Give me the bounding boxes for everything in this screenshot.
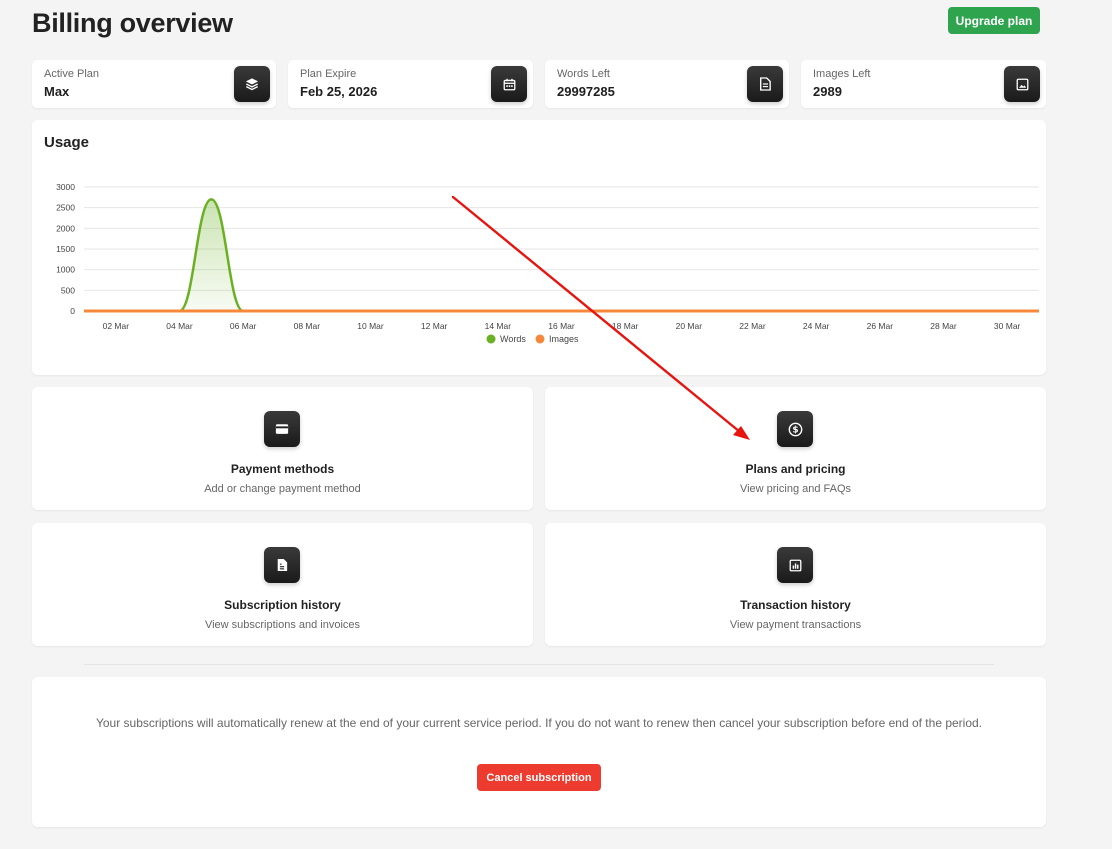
stat-card-active-plan: Active Plan Max	[32, 60, 276, 108]
dollar-circle-icon: $	[777, 411, 813, 447]
plans-and-pricing-card[interactable]: $ Plans and pricing View pricing and FAQ…	[545, 387, 1046, 510]
stat-card-words-left: Words Left 29997285	[545, 60, 789, 108]
x-tick-label: 16 Mar	[548, 321, 575, 331]
x-tick-label: 02 Mar	[103, 321, 130, 331]
usage-chart: 0 500 1000 1500 2000 2500 3000 02 Mar 04 Mar 06 M…	[56, 182, 1039, 344]
action-subtitle: View pricing and FAQs	[739, 483, 852, 495]
svg-text:$: $	[792, 425, 798, 435]
x-tick-label: 22 Mar	[739, 321, 766, 331]
stat-card-images-left: Images Left 2989	[801, 60, 1046, 108]
x-tick-label: 18 Mar	[612, 321, 639, 331]
y-tick-label: 1500	[56, 244, 75, 254]
stat-value: 29997285	[557, 84, 615, 99]
x-tick-label: 06 Mar	[230, 321, 257, 331]
calendar-icon	[491, 66, 527, 102]
y-tick-label: 500	[61, 285, 75, 295]
legend-marker-images	[535, 334, 545, 344]
credit-card-icon	[264, 411, 300, 447]
action-subtitle: View payment transactions	[729, 619, 862, 631]
y-tick-label: 1000	[56, 265, 75, 275]
stat-value: Feb 25, 2026	[300, 84, 378, 99]
stat-label: Plan Expire	[300, 68, 357, 80]
x-tick-label: 14 Mar	[485, 321, 512, 331]
legend-label-images: Images	[549, 334, 579, 344]
action-title: Plans and pricing	[745, 462, 846, 476]
subscription-history-card[interactable]: Subscription history View subscriptions …	[32, 523, 533, 646]
legend-marker-words	[486, 334, 496, 344]
section-divider	[84, 664, 994, 665]
bar-chart-icon	[777, 547, 813, 583]
page-title: Billing overview	[32, 8, 233, 38]
x-tick-label: 12 Mar	[421, 321, 448, 331]
y-tick-label: 0	[70, 306, 75, 316]
x-tick-label: 26 Mar	[867, 321, 894, 331]
usage-card: Usage 0 500 1000 1500 2000 2500 3000 02 Mar 04 M…	[32, 120, 1046, 375]
y-tick-label: 3000	[56, 182, 75, 192]
x-tick-label: 24 Mar	[803, 321, 830, 331]
payment-methods-card[interactable]: Payment methods Add or change payment me…	[32, 387, 533, 510]
layers-icon	[234, 66, 270, 102]
action-title: Transaction history	[740, 598, 851, 612]
action-title: Subscription history	[224, 598, 341, 612]
cancel-subscription-button[interactable]: Cancel subscription	[477, 764, 601, 791]
action-subtitle: Add or change payment method	[204, 483, 361, 495]
stat-label: Words Left	[557, 68, 610, 80]
action-subtitle: View subscriptions and invoices	[204, 619, 361, 631]
legend-label-words: Words	[500, 334, 526, 344]
y-tick-label: 2000	[56, 223, 75, 233]
invoice-icon	[264, 547, 300, 583]
x-tick-label: 20 Mar	[676, 321, 703, 331]
transaction-history-card[interactable]: Transaction history View payment transac…	[545, 523, 1046, 646]
x-tick-label: 04 Mar	[166, 321, 193, 331]
x-tick-label: 10 Mar	[357, 321, 384, 331]
stat-value: Max	[44, 84, 70, 99]
action-title: Payment methods	[230, 462, 335, 476]
x-tick-label: 30 Mar	[994, 321, 1021, 331]
renewal-notice-text: Your subscriptions will automatically re…	[95, 716, 983, 730]
renewal-notice-card: Your subscriptions will automatically re…	[32, 677, 1046, 827]
stat-value: 2989	[813, 84, 842, 99]
upgrade-plan-button[interactable]: Upgrade plan	[948, 7, 1040, 34]
x-tick-label: 28 Mar	[930, 321, 957, 331]
x-tick-label: 08 Mar	[294, 321, 321, 331]
y-tick-label: 2500	[56, 203, 75, 213]
stat-card-plan-expire: Plan Expire Feb 25, 2026	[288, 60, 533, 108]
stat-label: Active Plan	[44, 68, 100, 80]
image-icon	[1004, 66, 1040, 102]
stat-label: Images Left	[813, 68, 871, 80]
document-icon	[747, 66, 783, 102]
